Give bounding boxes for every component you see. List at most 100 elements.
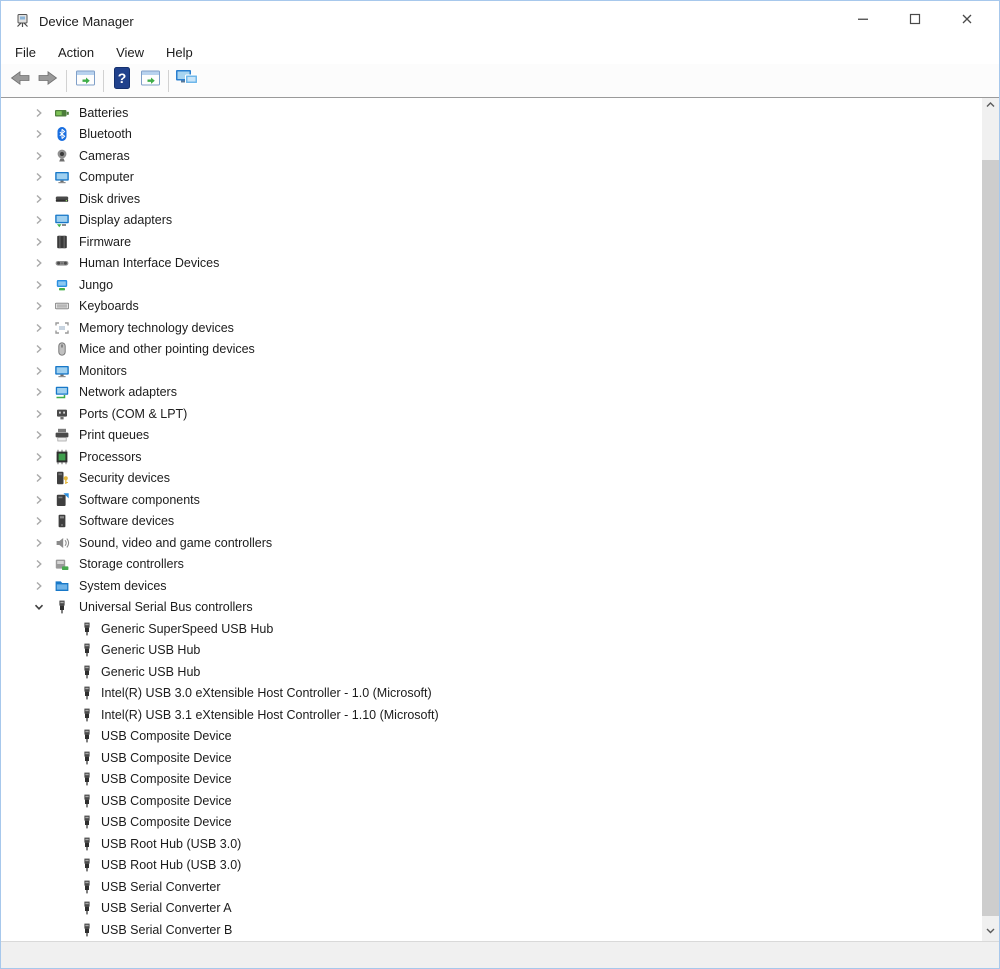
tree-item[interactable]: Batteries [1,102,982,124]
chevron-right-icon[interactable] [31,427,47,443]
help-button[interactable]: ? [108,67,136,95]
computer-icon [54,169,70,185]
chevron-right-icon[interactable] [31,105,47,121]
tree-child-item[interactable]: Generic USB Hub [1,640,982,662]
tree-item-label: Storage controllers [79,557,184,571]
tree-item-label: USB Serial Converter A [101,901,232,915]
tree-child-item[interactable]: USB Root Hub (USB 3.0) [1,855,982,877]
usb-device-icon [79,664,95,680]
scroll-up-button[interactable] [982,98,999,115]
tree-child-item[interactable]: USB Composite Device [1,790,982,812]
tree-item[interactable]: Universal Serial Bus controllers [1,597,982,619]
tree-item-label: Generic SuperSpeed USB Hub [101,622,273,636]
tree-child-item[interactable]: USB Composite Device [1,747,982,769]
tree-item[interactable]: Network adapters [1,382,982,404]
usb-device-icon [79,685,95,701]
tree-item-label: Universal Serial Bus controllers [79,600,253,614]
chevron-right-icon[interactable] [31,470,47,486]
tree-child-item[interactable]: USB Composite Device [1,726,982,748]
tree-item-label: USB Composite Device [101,772,232,786]
window-controls [837,1,993,41]
tree-item-label: USB Root Hub (USB 3.0) [101,837,241,851]
chevron-right-icon[interactable] [31,556,47,572]
tree-item[interactable]: Software devices [1,511,982,533]
chevron-right-icon[interactable] [31,578,47,594]
chevron-right-icon[interactable] [31,212,47,228]
chevron-right-icon[interactable] [31,191,47,207]
scroll-down-button[interactable] [982,924,999,941]
chevron-right-icon[interactable] [31,384,47,400]
maximize-button[interactable] [889,1,941,41]
tree-item[interactable]: Cameras [1,145,982,167]
tree-item[interactable]: Disk drives [1,188,982,210]
chevron-right-icon[interactable] [31,148,47,164]
tree-item[interactable]: Memory technology devices [1,317,982,339]
chevron-right-icon[interactable] [31,320,47,336]
tree-item[interactable]: System devices [1,575,982,597]
tree-item[interactable]: Human Interface Devices [1,253,982,275]
chevron-right-icon[interactable] [31,298,47,314]
menu-action[interactable]: Action [47,43,105,62]
software-components-icon [54,492,70,508]
tree-item[interactable]: Keyboards [1,296,982,318]
chevron-right-icon[interactable] [31,449,47,465]
menu-help[interactable]: Help [155,43,204,62]
tree-item[interactable]: Firmware [1,231,982,253]
chevron-right-icon[interactable] [31,126,47,142]
scrollbar-thumb[interactable] [982,160,999,916]
tree-item[interactable]: Security devices [1,468,982,490]
show-console-tree-button[interactable] [71,67,99,95]
tree-item[interactable]: Print queues [1,425,982,447]
chevron-right-icon[interactable] [31,255,47,271]
chevron-right-icon[interactable] [31,492,47,508]
tree-child-item[interactable]: Intel(R) USB 3.0 eXtensible Host Control… [1,683,982,705]
tree-item[interactable]: Ports (COM & LPT) [1,403,982,425]
back-button[interactable] [6,67,34,95]
forward-button[interactable] [34,67,62,95]
chevron-right-icon[interactable] [31,406,47,422]
tree-child-item[interactable]: USB Serial Converter A [1,898,982,920]
tree-item[interactable]: Bluetooth [1,124,982,146]
tree-item-label: Intel(R) USB 3.0 eXtensible Host Control… [101,686,432,700]
menu-view[interactable]: View [105,43,155,62]
usb-device-icon [79,621,95,637]
minimize-button[interactable] [837,1,889,41]
tree-item[interactable]: Mice and other pointing devices [1,339,982,361]
tree-child-item[interactable]: USB Composite Device [1,769,982,791]
tree-child-item[interactable]: USB Composite Device [1,812,982,834]
window-title: Device Manager [39,14,134,29]
chevron-right-icon[interactable] [31,513,47,529]
chevron-right-icon[interactable] [31,341,47,357]
tree-child-item[interactable]: Generic USB Hub [1,661,982,683]
properties-window-icon [140,69,161,92]
tree-item[interactable]: Jungo [1,274,982,296]
chevron-right-icon[interactable] [31,277,47,293]
chevron-right-icon[interactable] [31,169,47,185]
scan-hardware-changes-button[interactable] [173,67,201,95]
menu-file[interactable]: File [4,43,47,62]
tree-item[interactable]: Sound, video and game controllers [1,532,982,554]
tree-item-label: Software devices [79,514,174,528]
tree-item[interactable]: Monitors [1,360,982,382]
tree-item[interactable]: Storage controllers [1,554,982,576]
properties-button[interactable] [136,67,164,95]
tree-child-item[interactable]: USB Serial Converter B [1,919,982,941]
tree-child-item[interactable]: USB Root Hub (USB 3.0) [1,833,982,855]
chevron-right-icon[interactable] [31,535,47,551]
vertical-scrollbar[interactable] [982,98,999,941]
tree-item[interactable]: Processors [1,446,982,468]
device-tree[interactable]: BatteriesBluetoothCamerasComputerDisk dr… [1,98,982,941]
chevron-right-icon[interactable] [31,234,47,250]
tree-item[interactable]: Computer [1,167,982,189]
usb-device-icon [79,642,95,658]
tree-child-item[interactable]: Generic SuperSpeed USB Hub [1,618,982,640]
tree-child-item[interactable]: USB Serial Converter [1,876,982,898]
chevron-right-icon[interactable] [31,363,47,379]
tree-item[interactable]: Software components [1,489,982,511]
tree-item-label: Processors [79,450,142,464]
close-button[interactable] [941,1,993,41]
chevron-down-icon[interactable] [31,599,47,615]
tree-item[interactable]: Display adapters [1,210,982,232]
tree-child-item[interactable]: Intel(R) USB 3.1 eXtensible Host Control… [1,704,982,726]
jungo-icon [54,277,70,293]
